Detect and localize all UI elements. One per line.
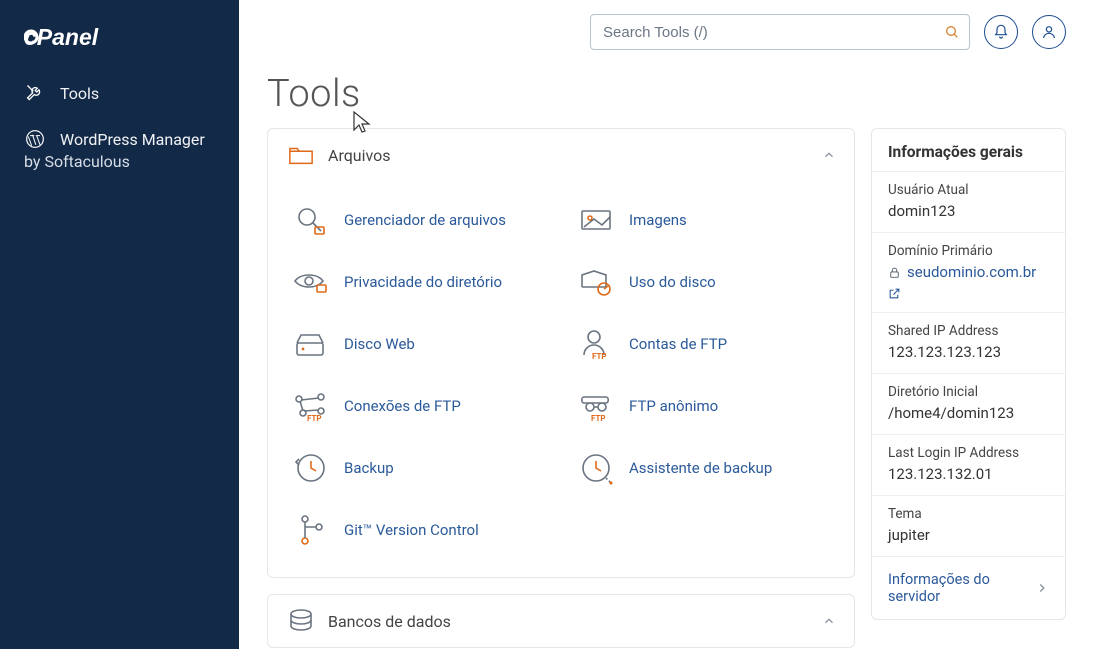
tool-label: Uso do disco <box>629 273 716 291</box>
tool-dir-privacy[interactable]: Privacidade do diretório <box>276 251 561 313</box>
databases-section-header[interactable]: Bancos de dados <box>268 595 854 647</box>
notifications-button[interactable] <box>984 15 1018 49</box>
files-tools-grid: Gerenciador de arquivos Imagens <box>268 181 854 577</box>
info-label: Shared IP Address <box>888 323 1049 339</box>
tool-label: Assistente de backup <box>629 459 772 477</box>
images-icon <box>573 202 619 238</box>
tool-backup-wizard[interactable]: Assistente de backup <box>561 437 846 499</box>
sidebar-subline: by Softaculous <box>0 152 239 183</box>
tool-disk-usage[interactable]: Uso do disco <box>561 251 846 313</box>
external-link-icon[interactable] <box>888 287 1049 300</box>
info-value: /home4/domin123 <box>888 404 1049 422</box>
search <box>590 14 970 50</box>
sidebar-item-label: Tools <box>60 84 99 103</box>
tool-backup[interactable]: Backup <box>276 437 561 499</box>
info-panel: Informações gerais Usuário Atual domin12… <box>871 128 1066 648</box>
files-section-header[interactable]: Arquivos <box>268 129 854 181</box>
sidebar-item-wordpress[interactable]: WordPress Manager <box>0 116 239 152</box>
tool-label: Gerenciador de arquivos <box>344 211 506 229</box>
info-value: 123.123.132.01 <box>888 465 1049 483</box>
web-disk-icon <box>288 326 334 362</box>
bell-icon <box>993 24 1009 40</box>
lock-icon <box>888 266 901 279</box>
info-primary-domain: Domínio Primário seudominio.com.br <box>872 232 1065 312</box>
info-label: Last Login IP Address <box>888 445 1049 461</box>
svg-text:FTP: FTP <box>591 414 606 423</box>
tool-images[interactable]: Imagens <box>561 189 846 251</box>
tool-ftp-connections[interactable]: FTP Conexões de FTP <box>276 375 561 437</box>
tool-file-manager[interactable]: Gerenciador de arquivos <box>276 189 561 251</box>
files-section: Arquivos <box>267 128 855 578</box>
anon-ftp-icon: FTP <box>573 388 619 424</box>
tool-label: Backup <box>344 459 394 477</box>
info-label: Diretório Inicial <box>888 384 1049 400</box>
ftp-accounts-icon: FTP <box>573 326 619 362</box>
info-label: Tema <box>888 506 1049 522</box>
sidebar-nav: Tools WordPress Manager by Softaculous <box>0 66 239 187</box>
info-current-user: Usuário Atual domin123 <box>872 171 1065 232</box>
tool-label: Disco Web <box>344 335 415 353</box>
main: Tools Arquivos <box>239 0 1094 649</box>
files-section-title: Arquivos <box>328 146 391 165</box>
topbar <box>239 0 1094 52</box>
sidebar-item-label: WordPress Manager <box>60 130 205 149</box>
tool-git[interactable]: Git™ Version Control <box>276 499 561 561</box>
databases-section-title: Bancos de dados <box>328 612 451 631</box>
disk-usage-icon <box>573 264 619 300</box>
databases-section: Bancos de dados <box>267 594 855 648</box>
chevron-up-icon <box>822 614 836 628</box>
chevron-right-icon <box>1035 581 1049 595</box>
tool-web-disk[interactable]: Disco Web <box>276 313 561 375</box>
file-manager-icon <box>288 202 334 238</box>
ftp-connections-icon: FTP <box>288 388 334 424</box>
tool-label: FTP anônimo <box>629 397 718 415</box>
info-theme: Tema jupiter <box>872 495 1065 556</box>
svg-text:FTP: FTP <box>592 352 607 361</box>
brand-logo: cPanel <box>0 0 239 66</box>
info-home-dir: Diretório Inicial /home4/domin123 <box>872 373 1065 434</box>
user-icon <box>1041 24 1057 40</box>
dir-privacy-icon <box>288 264 334 300</box>
tool-ftp-accounts[interactable]: FTP Contas de FTP <box>561 313 846 375</box>
svg-text:cPanel: cPanel <box>24 24 99 50</box>
server-info-link[interactable]: Informações do servidor <box>872 556 1065 619</box>
tool-label: Conexões de FTP <box>344 397 461 415</box>
search-icon[interactable] <box>944 24 960 40</box>
backup-icon <box>288 450 334 486</box>
database-icon <box>286 609 316 633</box>
tool-label: Contas de FTP <box>629 335 727 353</box>
info-last-login: Last Login IP Address 123.123.132.01 <box>872 434 1065 495</box>
tool-label: Imagens <box>629 211 687 229</box>
backup-wizard-icon <box>573 450 619 486</box>
info-label: Usuário Atual <box>888 182 1049 198</box>
chevron-up-icon <box>822 148 836 162</box>
folder-icon <box>286 143 316 167</box>
page-title: Tools <box>239 52 1094 120</box>
account-button[interactable] <box>1032 15 1066 49</box>
primary-domain-link[interactable]: seudominio.com.br <box>907 263 1036 281</box>
sidebar: cPanel Tools <box>0 0 239 649</box>
tool-anon-ftp[interactable]: FTP FTP anônimo <box>561 375 846 437</box>
sidebar-item-tools[interactable]: Tools <box>0 70 239 116</box>
info-value: jupiter <box>888 526 1049 544</box>
tool-label: Git™ Version Control <box>344 521 479 539</box>
info-value: domin123 <box>888 202 1049 220</box>
tool-label: Privacidade do diretório <box>344 273 502 291</box>
info-title: Informações gerais <box>872 129 1065 171</box>
tools-icon <box>24 82 46 104</box>
search-input[interactable] <box>590 14 970 50</box>
info-label: Domínio Primário <box>888 243 1049 259</box>
info-shared-ip: Shared IP Address 123.123.123.123 <box>872 312 1065 373</box>
svg-text:FTP: FTP <box>307 414 322 423</box>
info-value: 123.123.123.123 <box>888 343 1049 361</box>
cpanel-logo: cPanel <box>24 24 144 50</box>
server-info-label: Informações do servidor <box>888 571 1035 605</box>
git-icon <box>288 512 334 548</box>
wordpress-icon <box>24 128 46 150</box>
